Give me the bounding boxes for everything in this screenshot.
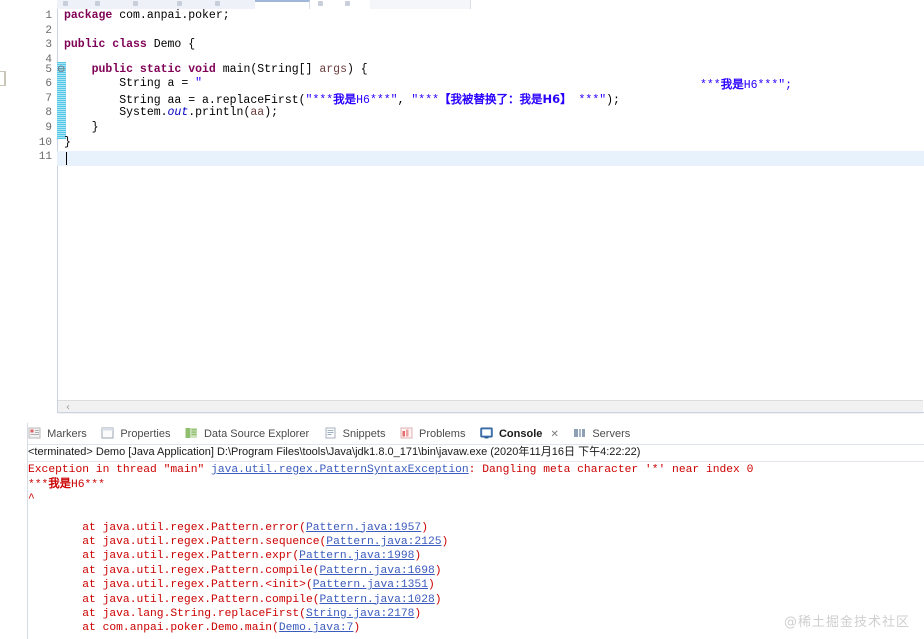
tab-data-source-explorer[interactable]: Data Source Explorer [185,425,315,444]
tab-snippets[interactable]: Snippets [324,425,392,444]
toolbar-segment-3[interactable] [169,0,206,9]
console-line[interactable]: at java.util.regex.Pattern.sequence(Patt… [28,535,924,549]
tab-label: Data Source Explorer [203,428,310,440]
problems-icon [400,427,413,439]
toolbar-tick-icon [345,1,350,6]
snippets-icon [324,427,337,439]
stack-link[interactable]: Pattern.java:1998 [299,550,414,562]
line-number: 2 [45,24,52,37]
stack-link[interactable]: Pattern.java:2125 [326,536,441,548]
tab-label: Problems [418,428,466,440]
tab-servers[interactable]: Servers [573,425,636,444]
line-number: 1 [45,10,52,22]
line-number: 6 [45,78,52,91]
stack-link[interactable]: Pattern.java:1957 [306,522,421,534]
toolbar-segment-5[interactable] [370,0,471,9]
tab-label: Snippets [342,428,386,440]
toolbar-tick-icon [177,1,182,6]
code-line[interactable]: public class Demo { [64,38,195,53]
code-line[interactable]: System.out.println(aa); [64,106,278,121]
console-line[interactable]: at java.util.regex.Pattern.<init>(Patter… [28,578,924,592]
stack-link[interactable]: Pattern.java:1028 [320,594,435,606]
code-line[interactable]: String aa = a.replaceFirst("***我是H6***",… [64,92,620,107]
console-line[interactable] [28,506,924,520]
stack-link[interactable]: Pattern.java:1698 [320,565,435,577]
toolbar-tick-icon [95,1,100,6]
tab-label: Properties [120,428,171,440]
toolbar-segment-2[interactable] [123,0,170,9]
data-source-explorer-icon [185,427,198,439]
editor-bottom-border [57,412,924,413]
line-number: 11 [38,151,52,164]
tab-label: Markers [47,428,87,440]
bottom-view-stack[interactable]: Markers Properties Data Source Explorer … [28,423,924,639]
console-header-divider [28,461,924,462]
tab-console[interactable]: Console ✕ [480,425,565,444]
tab-label: Servers [592,428,631,440]
console-icon [480,427,493,439]
toolbar-tick-icon [63,1,68,6]
tab-label: Console [498,428,543,440]
code-line[interactable]: } [64,121,99,136]
console-line[interactable]: ^ [28,492,924,506]
toolbar-tick-icon [318,1,323,6]
line-number: 5 [45,63,52,76]
stack-link[interactable]: String.java:2178 [306,608,414,620]
tab-problems[interactable]: Problems [400,425,472,444]
line-number: 8 [45,107,52,120]
code-line-6-tail[interactable]: ***我是H6***"; [700,77,792,92]
toolbar-tick-icon [133,1,138,6]
bottom-view-tab-bar[interactable]: Markers Properties Data Source Explorer … [28,425,924,444]
code-line[interactable]: package com.anpai.poker; [64,9,230,24]
code-line[interactable]: String a = " [64,77,202,92]
left-edge-artifact [0,71,6,86]
servers-icon [573,427,586,439]
code-line[interactable]: } [64,136,71,151]
tab-properties[interactable]: Properties [101,425,176,444]
line-number: 3 [45,39,52,52]
console-line[interactable]: at java.util.regex.Pattern.compile(Patte… [28,593,924,607]
console-line[interactable]: at java.util.regex.Pattern.compile(Patte… [28,564,924,578]
line-number: 7 [45,92,52,105]
code-line[interactable]: public static void main(String[] args) { [64,63,368,78]
editor-current-line-highlight [57,151,924,166]
toolbar-segment-4[interactable] [205,0,256,9]
tab-markers[interactable]: Markers [28,425,93,444]
stack-link[interactable]: Demo.java:7 [279,622,354,634]
top-toolbar-strip [0,0,924,11]
line-number: 10 [38,136,52,149]
exception-link[interactable]: java.util.regex.PatternSyntaxException [211,464,469,476]
toolbar-tick-icon [215,1,220,6]
text-caret [66,152,67,165]
close-icon[interactable]: ✕ [550,425,558,444]
console-process-header: <terminated> Demo [Java Application] D:\… [28,446,641,458]
console-line[interactable]: Exception in thread "main" java.util.reg… [28,463,924,477]
watermark: @稀土掘金技术社区 [783,615,910,630]
stack-link[interactable]: Pattern.java:1351 [313,579,428,591]
console-line[interactable]: at java.util.regex.Pattern.error(Pattern… [28,521,924,535]
properties-icon [101,427,114,439]
markers-icon [28,427,41,439]
line-number: 9 [45,121,52,134]
console-line[interactable]: at java.util.regex.Pattern.expr(Pattern.… [28,549,924,563]
console-line[interactable]: ***我是H6*** [28,477,924,491]
